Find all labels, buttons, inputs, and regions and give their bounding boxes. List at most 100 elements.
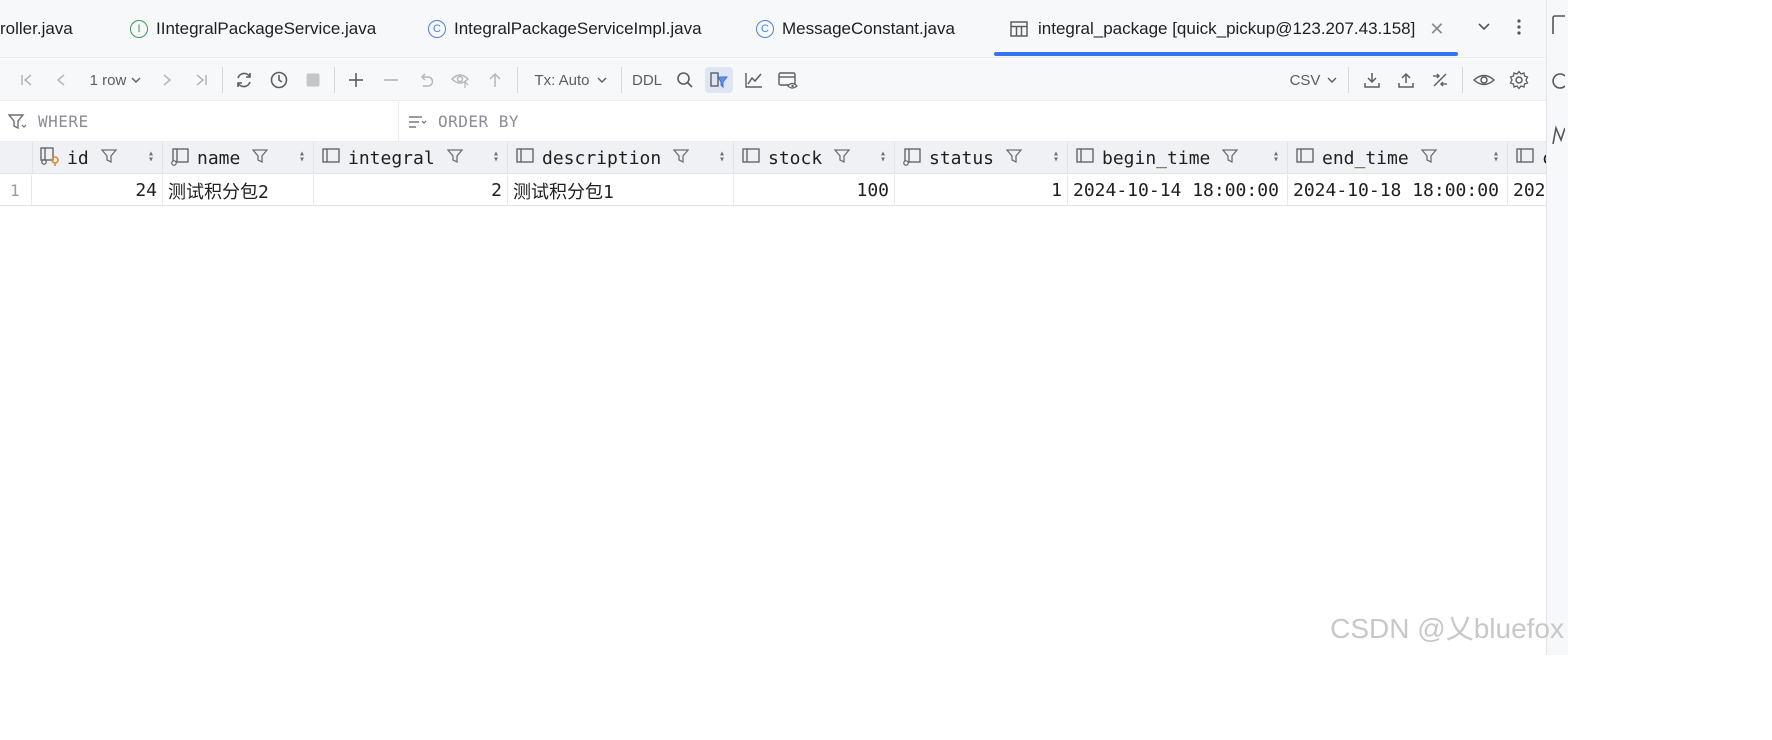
filter-icon[interactable] <box>1005 148 1023 169</box>
cell-id[interactable]: 24 <box>33 175 163 206</box>
column-icon <box>169 146 191 171</box>
cell-name[interactable]: 测试积分包2 <box>163 175 314 206</box>
chevron-down-icon[interactable] <box>1476 18 1492 37</box>
cell-status[interactable]: 1 <box>895 175 1068 206</box>
gear-icon[interactable] <box>1507 67 1531 93</box>
export-format-selector[interactable]: CSV <box>1288 67 1340 93</box>
close-icon[interactable]: ✕ <box>1429 19 1444 40</box>
cell-truncated[interactable]: 202 <box>1508 175 1546 206</box>
sort-icon <box>409 115 427 128</box>
submit-icon[interactable] <box>484 67 506 93</box>
sort-icon[interactable]: ▴ ▾ <box>1493 149 1499 165</box>
filter-icon[interactable] <box>446 148 464 169</box>
filter-icon[interactable] <box>100 148 118 169</box>
ddl-button[interactable]: DDL <box>630 67 664 93</box>
column-header-truncated[interactable]: c <box>1508 142 1546 174</box>
order-by-input[interactable]: ORDER BY <box>408 112 519 131</box>
column-name: begin_time <box>1102 147 1211 169</box>
cell-stock[interactable]: 100 <box>734 175 895 206</box>
column-icon <box>901 146 923 171</box>
filter-icon[interactable] <box>1221 148 1239 169</box>
search-icon[interactable] <box>673 67 697 93</box>
column-name: status <box>929 147 995 169</box>
filter-icon[interactable] <box>672 148 690 169</box>
primary-key-icon <box>39 146 61 171</box>
column-header-name[interactable]: name ▴ ▾ <box>163 142 314 174</box>
sort-icon[interactable]: ▴ ▾ <box>493 149 499 165</box>
right-tool-strip <box>1546 0 1568 655</box>
last-page-icon[interactable] <box>190 67 212 93</box>
history-icon[interactable] <box>267 67 291 93</box>
filter-icon <box>8 113 27 129</box>
compare-icon[interactable] <box>1428 67 1452 93</box>
database-tool-icon[interactable] <box>1551 124 1566 151</box>
sort-icon[interactable]: ▴ ▾ <box>719 149 725 165</box>
order-by-label: ORDER BY <box>438 112 520 131</box>
stop-icon[interactable] <box>302 67 324 93</box>
column-header-description[interactable]: description ▴ ▾ <box>508 142 734 174</box>
sort-icon[interactable]: ▴ ▾ <box>1273 149 1279 165</box>
grid-header: id ▴ ▾ name ▴ ▾ integral ▴ ▾ description ▴ ▾… <box>0 142 1546 174</box>
column-header-id[interactable]: id ▴ ▾ <box>33 142 163 174</box>
chevron-down-icon <box>1327 77 1337 83</box>
upload-icon[interactable] <box>1394 67 1418 93</box>
sort-icon[interactable]: ▴ ▾ <box>880 149 886 165</box>
eye-icon[interactable] <box>1472 67 1496 93</box>
chevron-down-icon <box>597 77 607 83</box>
cell-integral[interactable]: 2 <box>314 175 508 206</box>
column-header-end-time[interactable]: end_time ▴ ▾ <box>1288 142 1508 174</box>
sort-icon[interactable]: ▴ ▾ <box>299 149 305 165</box>
tab-integralpackageserviceimpl[interactable]: C IntegralPackageServiceImpl.java <box>428 0 702 58</box>
column-header-status[interactable]: status ▴ ▾ <box>895 142 1068 174</box>
result-grid: id ▴ ▾ name ▴ ▾ integral ▴ ▾ description ▴ ▾… <box>0 142 1546 206</box>
view-settings-icon[interactable] <box>776 67 800 93</box>
row-count-label: 1 row <box>89 71 127 89</box>
revert-icon[interactable] <box>414 67 438 93</box>
column-header-begin-time[interactable]: begin_time ▴ ▾ <box>1068 142 1288 174</box>
sort-icon[interactable]: ▴ ▾ <box>1053 149 1059 165</box>
column-header-stock[interactable]: stock ▴ ▾ <box>734 142 895 174</box>
where-filter-input[interactable]: WHERE <box>8 112 89 131</box>
toolbar-separator <box>1348 67 1349 93</box>
chart-icon[interactable] <box>742 67 766 93</box>
more-vertical-icon[interactable] <box>1514 18 1524 39</box>
cell-description[interactable]: 测试积分包1 <box>508 175 734 206</box>
table-row[interactable]: 1 24 测试积分包2 2 测试积分包1 100 1 2024-10-14 18… <box>0 175 1546 206</box>
row-number-header <box>0 142 33 174</box>
sort-icon[interactable]: ▴ ▾ <box>148 149 154 165</box>
filter-icon[interactable] <box>251 148 269 169</box>
refresh-icon[interactable] <box>232 67 256 93</box>
first-page-icon[interactable] <box>16 67 38 93</box>
add-row-icon[interactable] <box>344 67 368 93</box>
column-icon <box>1514 146 1536 171</box>
tab-controller[interactable]: roller.java <box>0 0 73 58</box>
class-icon: C <box>428 20 446 38</box>
column-header-integral[interactable]: integral ▴ ▾ <box>314 142 508 174</box>
column-icon <box>1294 146 1316 171</box>
cell-begin-time[interactable]: 2024-10-14 18:00:00 <box>1068 175 1288 206</box>
toolbar-separator <box>621 67 622 93</box>
tab-messageconstant[interactable]: C MessageConstant.java <box>756 0 955 58</box>
cell-end-time[interactable]: 2024-10-18 18:00:00 <box>1288 175 1508 206</box>
filter-icon[interactable] <box>833 148 851 169</box>
column-icon <box>514 146 536 171</box>
row-count-selector[interactable]: 1 row <box>84 67 148 93</box>
tab-integral-package[interactable]: integral_package [quick_pickup@123.207.4… <box>994 0 1458 58</box>
chevron-down-icon <box>131 77 141 83</box>
next-page-icon[interactable] <box>156 67 178 93</box>
column-name: end_time <box>1322 147 1409 169</box>
filter-view-icon[interactable] <box>705 67 733 93</box>
preview-changes-icon[interactable] <box>449 67 473 93</box>
previous-page-icon[interactable] <box>50 67 72 93</box>
tab-iintegralpackageservice[interactable]: I IIntegralPackageService.java <box>130 0 376 58</box>
notifications-icon[interactable] <box>1551 14 1565 41</box>
tab-label: IntegralPackageServiceImpl.java <box>454 19 702 38</box>
filter-icon[interactable] <box>1420 148 1438 169</box>
delete-row-icon[interactable] <box>379 67 403 93</box>
column-name: integral <box>348 147 435 169</box>
row-number: 1 <box>0 175 32 206</box>
download-icon[interactable] <box>1360 67 1384 93</box>
transaction-mode-selector[interactable]: Tx: Auto <box>530 67 612 93</box>
ai-assistant-icon[interactable] <box>1551 70 1566 97</box>
column-name: id <box>67 147 89 169</box>
